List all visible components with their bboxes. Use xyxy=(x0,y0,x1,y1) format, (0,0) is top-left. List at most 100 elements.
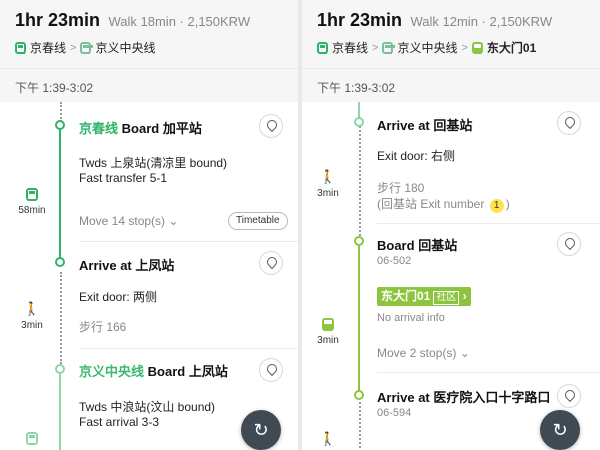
timeline-node xyxy=(55,364,65,374)
timeline-node xyxy=(354,390,364,400)
exit-door-text: Exit door: 两侧 xyxy=(79,290,158,304)
bus-route-chip[interactable]: 东大门01 社区 › xyxy=(377,287,471,306)
arrival-info: No arrival info xyxy=(377,312,445,324)
station-name: 回基站 xyxy=(418,238,458,253)
board-label: Board xyxy=(121,121,160,136)
bus-icon xyxy=(471,41,483,54)
divider xyxy=(377,223,600,224)
route-summary: 1hr 23min Walk 12min · 2,150KRW xyxy=(317,10,552,31)
segment-duration: 3min xyxy=(317,335,339,346)
route-timeline: 58min 🚶 3min 京春线 Board 加平站 Twds 上泉站(清凉里 … xyxy=(0,102,298,450)
map-pin-button[interactable] xyxy=(259,251,283,275)
line-name: 京义中央线 xyxy=(79,364,145,379)
station-name: 上凤站 xyxy=(135,258,175,273)
chevron-down-icon: ⌄ xyxy=(459,346,470,360)
walk-icon: 🚶 xyxy=(319,431,337,446)
subway-icon xyxy=(382,41,394,54)
segment-duration: 58min xyxy=(18,205,46,216)
walk-icon: 🚶 xyxy=(23,301,41,316)
move-stops-label: Move 2 stop(s) xyxy=(377,346,457,360)
route-timeline: 🚶 3min 3min 🚶 Arrive at 回基站 Exit door: 右… xyxy=(302,102,600,450)
divider xyxy=(377,372,600,373)
bus-path-line xyxy=(358,244,360,394)
route-detail-right: 1hr 23min Walk 12min · 2,150KRW 京春线 > 京义… xyxy=(302,0,600,450)
time-range: 下午 1:39-3:02 xyxy=(317,81,396,95)
exit-door-text: Exit door: 右侧 xyxy=(377,149,456,163)
refresh-icon: ↻ xyxy=(253,420,269,440)
line-label: 京春线 xyxy=(332,41,369,55)
time-range: 下午 1:39-3:02 xyxy=(15,81,94,95)
station-name: 回基站 xyxy=(433,118,473,133)
chevron-right-icon: > xyxy=(372,41,379,54)
refresh-button[interactable]: ↻ xyxy=(241,410,281,450)
segment-subway: 58min xyxy=(12,188,52,216)
map-pin-button[interactable] xyxy=(557,384,581,408)
chevron-down-icon: ⌄ xyxy=(168,214,179,228)
bus-route-name: 东大门01 xyxy=(381,289,431,303)
map-pin-button[interactable] xyxy=(259,358,283,382)
bus-type-tag: 社区 xyxy=(433,291,460,305)
timetable-button[interactable]: Timetable xyxy=(228,212,288,230)
arrive-label: Arrive at xyxy=(377,118,430,133)
line-label: 京义中央线 xyxy=(95,41,156,55)
walk-icon: 🚶 xyxy=(319,169,337,184)
segment-walk: 🚶 3min xyxy=(12,301,52,332)
subway-icon xyxy=(15,41,26,54)
line-name: 京春线 xyxy=(79,121,119,136)
station-name: 医疗院入口十字路口 xyxy=(433,390,551,405)
walk-distance: 步行 166 xyxy=(79,320,127,334)
step-arrive-title: Arrive at 医疗院入口十字路口 xyxy=(377,387,550,406)
stop-code: 06-594 xyxy=(377,407,412,419)
timeline-node xyxy=(55,257,65,267)
transfer-hint: Fast transfer 5-1 xyxy=(79,171,168,185)
subway-icon xyxy=(26,188,38,201)
direction-text: Twds 中浪站(汶山 bound) xyxy=(79,400,216,414)
walk-fare-info: Walk 18min · 2,150KRW xyxy=(108,14,251,29)
exit-number-text: (回基站 Exit number 1) xyxy=(377,195,510,213)
walk-path-line xyxy=(60,272,62,364)
arrive-label: Arrive at xyxy=(377,390,430,405)
direction-text: Twds 上泉站(清凉里 bound) xyxy=(79,156,228,170)
line-label: 东大门01 xyxy=(486,41,537,55)
step-arrive-title: Arrive at 上凤站 xyxy=(79,255,174,274)
route-summary-header: 1hr 23min Walk 12min · 2,150KRW 京春线 > 京义… xyxy=(302,0,600,68)
time-range-bar: 下午 1:39-3:02 xyxy=(0,68,298,102)
step-board-title: 京义中央线 Board 上凤站 xyxy=(79,361,228,380)
segment-subway xyxy=(12,432,52,449)
stop-code: 06-502 xyxy=(377,255,412,267)
walk-distance: 步行 180 xyxy=(377,181,425,195)
board-label: Board xyxy=(377,238,415,253)
divider xyxy=(79,241,298,242)
segment-walk: 🚶 3min xyxy=(308,169,348,200)
map-pin-button[interactable] xyxy=(557,111,581,135)
timeline-node xyxy=(354,236,364,246)
walk-path-line xyxy=(359,126,361,236)
subway-icon xyxy=(80,41,92,54)
exit-number-badge: 1 xyxy=(489,199,504,213)
subway-icon xyxy=(26,432,38,445)
route-detail-left: 1hr 23min Walk 18min · 2,150KRW 京春线 > 京义… xyxy=(0,0,298,450)
total-duration: 1hr 23min xyxy=(317,10,403,30)
walk-path-line xyxy=(60,102,62,122)
time-range-bar: 下午 1:39-3:02 xyxy=(302,68,600,102)
move-stops-toggle[interactable]: Move 2 stop(s) ⌄ xyxy=(377,346,470,360)
segment-duration: 3min xyxy=(317,188,339,199)
move-stops-toggle[interactable]: Move 14 stop(s) ⌄ xyxy=(79,214,178,228)
total-duration: 1hr 23min xyxy=(15,10,101,30)
map-pin-button[interactable] xyxy=(557,232,581,256)
walk-fare-info: Walk 12min · 2,150KRW xyxy=(410,14,553,29)
map-pin-button[interactable] xyxy=(259,114,283,138)
step-arrive-title: Arrive at 回基站 xyxy=(377,115,472,134)
segment-duration: 3min xyxy=(21,320,43,331)
station-name: 上凤站 xyxy=(188,364,228,379)
refresh-button[interactable]: ↻ xyxy=(540,410,580,450)
walk-path-line xyxy=(359,402,361,450)
refresh-icon: ↻ xyxy=(552,420,568,440)
board-label: Board xyxy=(147,364,186,379)
line-label: 京春线 xyxy=(30,41,67,55)
segment-walk: 🚶 xyxy=(308,432,348,450)
chevron-right-icon: > xyxy=(461,41,468,54)
step-board-title: Board 回基站 xyxy=(377,235,457,254)
chevron-right-icon: > xyxy=(70,41,77,54)
route-summary: 1hr 23min Walk 18min · 2,150KRW xyxy=(15,10,250,31)
